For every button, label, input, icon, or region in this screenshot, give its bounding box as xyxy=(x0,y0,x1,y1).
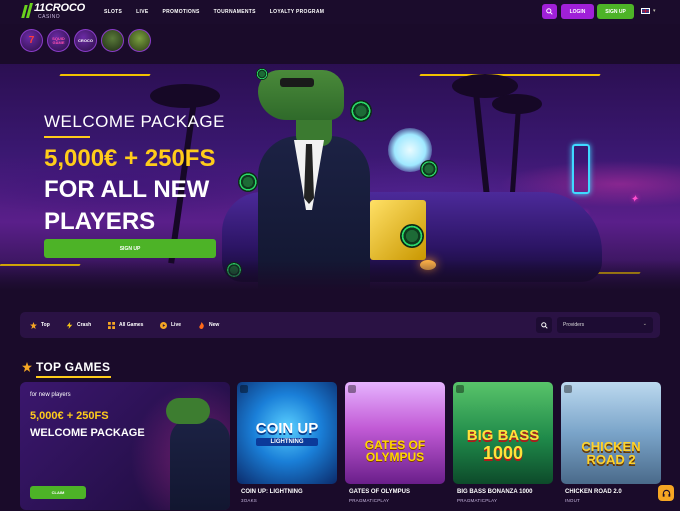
star-icon xyxy=(22,362,32,372)
grid-icon xyxy=(108,321,115,329)
provider-badge-icon xyxy=(240,385,248,393)
top-header: 11CROCO CASINO SLOTS LIVE PROMOTIONS TOU… xyxy=(0,0,680,24)
game-thumbnail[interactable]: COIN UP LIGHTNING xyxy=(237,382,337,484)
game-title: BIG BASS BONANZA 1000 xyxy=(457,489,533,495)
chevron-down-icon: ▾ xyxy=(653,8,656,14)
star-icon xyxy=(30,321,37,329)
casino-chip-icon xyxy=(256,68,268,80)
game-filter-bar: Top Crash All Games Live New Providers ⌄ xyxy=(20,312,660,338)
game-provider: PRAGMATICPLAY xyxy=(457,498,498,503)
game-provider: PRAGMATICPLAY xyxy=(349,498,390,503)
header-search-button[interactable] xyxy=(542,4,557,19)
search-icon xyxy=(546,8,553,15)
hero-bonus-amount: 5,000€ + 250FS xyxy=(44,145,216,172)
hero-banner: + ✦ ✦ ✦ WELCOME PACKAGE 5,000€ + 250FS F… xyxy=(0,64,680,290)
decorative-streak xyxy=(419,74,601,76)
game-thumbnail[interactable]: CHICKEN ROAD 2 xyxy=(561,382,661,484)
decorative-streak xyxy=(59,74,151,76)
casino-chip-icon xyxy=(400,224,424,248)
sunglasses-icon xyxy=(280,78,314,87)
providers-dropdown[interactable]: Providers ⌄ xyxy=(557,317,653,333)
game-provider: 3OAKS xyxy=(241,498,258,503)
game-thumbnail[interactable]: BIG BASS 1000 xyxy=(453,382,553,484)
hero-eyebrow: WELCOME PACKAGE xyxy=(44,112,225,131)
promo-story[interactable]: CROCO xyxy=(74,29,97,52)
welcome-package-card[interactable]: for new players 5,000€ + 250FS WELCOME P… xyxy=(20,382,230,510)
hero-text-block: WELCOME PACKAGE 5,000€ + 250FS FOR ALL N… xyxy=(44,112,225,238)
promo-story[interactable] xyxy=(101,29,124,52)
game-thumbnail[interactable]: GATES OF OLYMPUS xyxy=(345,382,445,484)
promo-stories: 7 SQUID GAME CROCO xyxy=(20,29,151,52)
hero-headline-line: FOR ALL NEW xyxy=(44,176,210,203)
welcome-card-amount: 5,000€ + 250FS xyxy=(30,410,109,422)
game-card[interactable]: BIG BASS 1000 BIG BASS BONANZA 1000 PRAG… xyxy=(453,382,553,510)
fire-icon xyxy=(199,321,204,329)
site-logo[interactable]: 11CROCO CASINO xyxy=(21,2,85,21)
logo-mark-icon xyxy=(21,3,34,19)
promo-story[interactable] xyxy=(128,29,151,52)
filter-new[interactable]: New xyxy=(198,312,219,338)
game-title: COIN UP: LIGHTNING xyxy=(241,489,303,495)
nav-promotions[interactable]: PROMOTIONS xyxy=(163,9,200,15)
nav-slots[interactable]: SLOTS xyxy=(104,9,122,15)
claim-button[interactable]: CLAIM xyxy=(30,486,86,499)
welcome-card-title: WELCOME PACKAGE xyxy=(30,427,145,439)
filter-top[interactable]: Top xyxy=(30,312,50,338)
hero-signup-button[interactable]: SIGN UP xyxy=(44,239,216,258)
lightning-icon xyxy=(66,321,73,329)
casino-chip-icon xyxy=(350,100,372,122)
promo-story[interactable]: SQUID GAME xyxy=(47,29,70,52)
nav-tournaments[interactable]: TOURNAMENTS xyxy=(214,9,256,15)
provider-badge-icon xyxy=(456,385,464,393)
hero-headline-line: PLAYERS xyxy=(44,208,156,235)
game-provider: INOUT xyxy=(565,498,580,503)
filter-live[interactable]: Live xyxy=(160,312,181,338)
croco-mascot xyxy=(170,418,230,510)
main-nav: SLOTS LIVE PROMOTIONS TOURNAMENTS LOYALT… xyxy=(104,0,324,24)
search-icon xyxy=(540,321,548,329)
signup-button[interactable]: SIGN UP xyxy=(597,4,634,19)
logo-subtext: CASINO xyxy=(38,14,61,20)
game-card[interactable]: CHICKEN ROAD 2 CHICKEN ROAD 2.0 INOUT xyxy=(561,382,661,510)
game-card[interactable]: COIN UP LIGHTNING COIN UP: LIGHTNING 3OA… xyxy=(237,382,337,510)
provider-badge-icon xyxy=(348,385,356,393)
logo-text: 11CROCO xyxy=(34,2,85,14)
uk-flag-icon xyxy=(641,8,650,14)
language-selector[interactable]: ▾ xyxy=(641,8,656,14)
provider-badge-icon xyxy=(564,385,572,393)
game-title: CHICKEN ROAD 2.0 xyxy=(565,489,622,495)
game-search-button[interactable] xyxy=(536,317,552,333)
login-button[interactable]: LOGIN xyxy=(561,4,594,19)
nav-loyalty-program[interactable]: LOYALTY PROGRAM xyxy=(270,9,324,15)
casino-chip-icon xyxy=(238,172,258,192)
welcome-card-eyebrow: for new players xyxy=(30,392,71,398)
play-icon xyxy=(160,321,167,329)
chevron-down-icon: ⌄ xyxy=(642,321,647,327)
filter-all-games[interactable]: All Games xyxy=(108,312,143,338)
game-title: GATES OF OLYMPUS xyxy=(349,489,411,495)
casino-chip-icon xyxy=(420,160,438,178)
support-chat-button[interactable] xyxy=(658,485,674,501)
nav-live[interactable]: LIVE xyxy=(136,9,148,15)
game-card[interactable]: GATES OF OLYMPUS GATES OF OLYMPUS PRAGMA… xyxy=(345,382,445,510)
filter-crash[interactable]: Crash xyxy=(66,312,91,338)
promo-story[interactable]: 7 xyxy=(20,29,43,52)
headset-icon xyxy=(662,489,670,497)
top-games-heading: TOP GAMES xyxy=(22,360,110,374)
